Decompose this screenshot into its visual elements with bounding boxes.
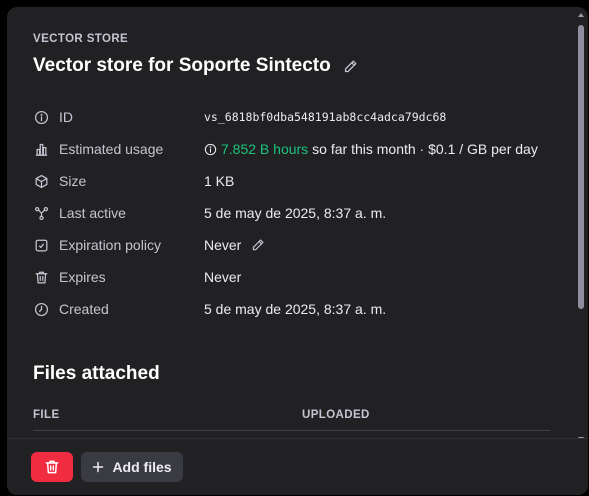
usage-suffix: so far this month · $0.1 / GB per day [312, 141, 538, 157]
detail-row-size: Size 1 KB [33, 170, 234, 192]
expiration-policy-text: Never [204, 237, 242, 253]
files-section-title: Files attached [33, 363, 160, 384]
nodes-icon [33, 205, 49, 221]
detail-row-id: ID vs_6818bf0dba548191ab8cc4adca79dc68 [33, 106, 446, 128]
info-icon [33, 109, 49, 125]
bar-chart-icon [33, 141, 49, 157]
page-title: Vector store for Soporte Sintecto [33, 55, 358, 77]
detail-row-expiration-policy: Expiration policy Never [33, 234, 265, 256]
detail-label-usage: Estimated usage [59, 141, 164, 157]
detail-label-created: Created [59, 301, 109, 317]
add-files-button[interactable]: Add files [81, 452, 183, 482]
edit-expiration-icon[interactable] [251, 238, 265, 252]
detail-label-expires: Expires [59, 269, 106, 285]
column-header-uploaded[interactable]: UPLOADED [302, 409, 370, 421]
section-eyebrow: VECTOR STORE [33, 33, 129, 45]
last-active-value: 5 de may de 2025, 8:37 a. m. [204, 205, 387, 221]
size-value: 1 KB [204, 173, 235, 189]
expiration-policy-value: Never [204, 237, 265, 253]
plus-icon [92, 461, 104, 473]
detail-row-expires: Expires Never [33, 266, 241, 288]
cube-icon [33, 173, 49, 189]
trash-icon [44, 459, 60, 475]
delete-vector-store-button[interactable] [31, 452, 73, 482]
column-header-file[interactable]: FILE [33, 409, 60, 421]
scrollbar[interactable] [577, 13, 585, 441]
add-files-label: Add files [112, 459, 172, 475]
expires-value: Never [204, 269, 242, 285]
footer-bar: Add files [7, 438, 588, 495]
detail-label-id: ID [59, 109, 73, 125]
usage-amount: 7.852 B hours [221, 141, 309, 157]
page-title-text: Vector store for Soporte Sintecto [33, 55, 331, 76]
usage-value: 7.852 B hours so far this month · $0.1 /… [204, 141, 538, 157]
vector-store-panel: VECTOR STORE Vector store for Soporte Si… [7, 7, 588, 495]
scroll-thumb[interactable] [578, 25, 584, 309]
detail-label-last-active: Last active [59, 205, 126, 221]
clock-icon [33, 301, 49, 317]
usage-info-icon[interactable] [204, 143, 217, 156]
detail-label-expiration-policy: Expiration policy [59, 237, 161, 253]
edit-title-icon[interactable] [343, 59, 358, 74]
vector-store-id[interactable]: vs_6818bf0dba548191ab8cc4adca79dc68 [204, 110, 446, 124]
created-value: 5 de may de 2025, 8:37 a. m. [204, 301, 387, 317]
table-divider [33, 430, 550, 431]
calendar-clock-icon [33, 237, 49, 253]
detail-label-size: Size [59, 173, 87, 189]
detail-row-usage: Estimated usage 7.852 B hours so far thi… [33, 138, 538, 160]
trash-icon [33, 269, 49, 285]
scroll-up-arrow[interactable] [578, 13, 584, 17]
detail-row-created: Created 5 de may de 2025, 8:37 a. m. [33, 298, 386, 320]
detail-row-last-active: Last active 5 de may de 2025, 8:37 a. m. [33, 202, 386, 224]
